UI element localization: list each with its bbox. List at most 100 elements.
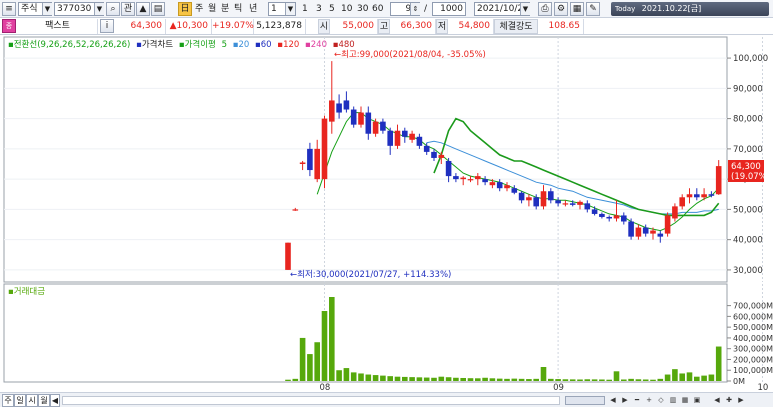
legend-ma120: 120 — [283, 40, 299, 50]
panel-icon[interactable]: ▥ — [668, 395, 678, 406]
diamond-icon[interactable]: ◇ — [656, 395, 666, 406]
month-tick-label: 09 — [553, 383, 564, 392]
volume-bar — [438, 376, 445, 381]
candle-down — [548, 191, 554, 201]
count-spinner-icon[interactable]: ⇕ — [410, 3, 420, 15]
candle-down — [431, 151, 437, 158]
period-year-button[interactable]: 년 — [249, 2, 257, 16]
tab-day[interactable]: 일 — [14, 394, 26, 407]
nav-left-button[interactable]: ◀ — [50, 394, 60, 407]
zoom-out-icon[interactable]: ━ — [632, 395, 642, 406]
volume-bar — [679, 373, 685, 381]
menu-icon[interactable]: ≡ — [2, 2, 16, 16]
settings-icon[interactable]: ⚙ — [554, 2, 568, 16]
strength-value: 108.65 — [538, 19, 584, 34]
stock-code-dropdown-icon[interactable]: ▼ — [94, 3, 104, 15]
date-dropdown-icon[interactable]: ▼ — [520, 3, 530, 15]
volume: 5,123,878 — [254, 19, 306, 34]
stock-code-value: 377030 — [57, 4, 92, 14]
today-label: Today — [615, 5, 636, 13]
tab-time[interactable]: 시 — [26, 394, 38, 407]
volume-bar — [533, 378, 539, 381]
volume-bar — [701, 375, 707, 381]
print-icon[interactable]: ⎙ — [538, 2, 552, 16]
day-icon[interactable]: 日 — [178, 2, 192, 16]
search-icon[interactable]: ⌕ — [106, 2, 120, 16]
scroll-right-icon[interactable]: ▶ — [620, 395, 630, 406]
volume-bar — [350, 372, 357, 381]
info-button[interactable]: i — [100, 19, 114, 33]
volume-bar — [292, 378, 299, 381]
candle-up — [394, 130, 401, 146]
box-icon[interactable]: ▣ — [692, 395, 702, 406]
market-type-dropdown-icon[interactable]: ▼ — [42, 3, 52, 15]
scroll-thumb[interactable] — [565, 396, 605, 405]
volume-bar — [526, 379, 532, 381]
price-tick-label: 70,000 — [733, 145, 763, 155]
volume-tick-label: 700,000M — [733, 302, 773, 311]
grid-icon[interactable]: ▦ — [570, 2, 584, 16]
gwan-button[interactable]: 관 — [121, 2, 135, 16]
interval-5-button[interactable]: 5 — [329, 2, 335, 16]
today-date: 2021.10.22[금] — [641, 4, 702, 13]
candle-up — [329, 100, 335, 122]
candle-up — [314, 148, 320, 180]
candle-down — [533, 197, 539, 207]
prev-icon[interactable]: ◀ — [712, 395, 722, 406]
volume-bar — [569, 379, 576, 381]
count-total-input[interactable]: 1000 — [432, 2, 466, 16]
volume-bar — [613, 371, 620, 381]
month-tick-label: 08 — [320, 383, 331, 392]
up-icon[interactable]: ▲ — [136, 2, 150, 16]
next-icon[interactable]: ▶ — [736, 395, 746, 406]
interval-1-button[interactable]: 1 — [302, 2, 308, 16]
candle-up — [504, 185, 510, 189]
count-separator: / — [424, 4, 428, 14]
interval-10-button[interactable]: 10 — [341, 2, 352, 16]
legend-volume: ▪거래대금 — [8, 287, 45, 297]
interval-30-button[interactable]: 30 — [357, 2, 368, 16]
candle-up — [358, 112, 364, 125]
volume-bar — [540, 367, 547, 381]
interval-3-button[interactable]: 3 — [316, 2, 322, 16]
chart-area[interactable]: 100,00090,00080,00070,00060,00050,00040,… — [0, 35, 773, 393]
crosshair-icon[interactable]: ✚ — [724, 395, 734, 406]
quote-bar: 종 팩스트 i 64,300 ▲10,300 +19.07% 5,123,878… — [0, 18, 773, 35]
volume-bar — [577, 379, 583, 381]
stock-flag-icon: 종 — [2, 19, 16, 33]
list-icon[interactable]: ▤ — [151, 2, 165, 16]
volume-bar — [694, 376, 700, 381]
volume-bar — [416, 377, 423, 381]
period-week-button[interactable]: 주 — [195, 2, 203, 16]
volume-bar — [394, 376, 401, 381]
period-month-button[interactable]: 월 — [208, 2, 216, 16]
volume-bar — [460, 377, 466, 381]
candle-down — [518, 192, 525, 201]
legend-ma60: 60 — [261, 40, 272, 50]
interval-60-button[interactable]: 60 — [372, 2, 383, 16]
stock-chart[interactable]: 100,00090,00080,00070,00060,00050,00040,… — [0, 35, 773, 393]
period-minute-button[interactable]: 분 — [221, 2, 229, 16]
zoom-in-icon[interactable]: + — [644, 395, 654, 406]
candle-up — [562, 203, 569, 205]
volume-bar — [285, 379, 291, 381]
volume-bar — [496, 378, 503, 381]
interval-dropdown-icon[interactable]: ▼ — [285, 3, 295, 15]
volume-bar — [358, 373, 364, 381]
volume-bar — [299, 337, 306, 381]
volume-bar — [504, 378, 510, 381]
month-tick-label: 10 — [758, 383, 769, 392]
current-pct-tag: (19.07%) — [731, 172, 770, 182]
candle-up — [577, 201, 583, 205]
volume-bar — [518, 378, 525, 381]
tab-month[interactable]: 월 — [38, 394, 50, 407]
table-icon[interactable]: ▦ — [680, 395, 690, 406]
volume-bar — [475, 378, 481, 381]
scroll-left-icon[interactable]: ◀ — [608, 395, 618, 406]
tool-icon[interactable]: ✎ — [586, 2, 600, 16]
tab-week[interactable]: 주 — [2, 394, 14, 407]
period-tick-button[interactable]: 틱 — [234, 2, 242, 16]
current-price: 64,300 — [118, 19, 166, 34]
horizontal-scrollbar[interactable] — [62, 396, 560, 405]
candle-down — [453, 176, 459, 180]
